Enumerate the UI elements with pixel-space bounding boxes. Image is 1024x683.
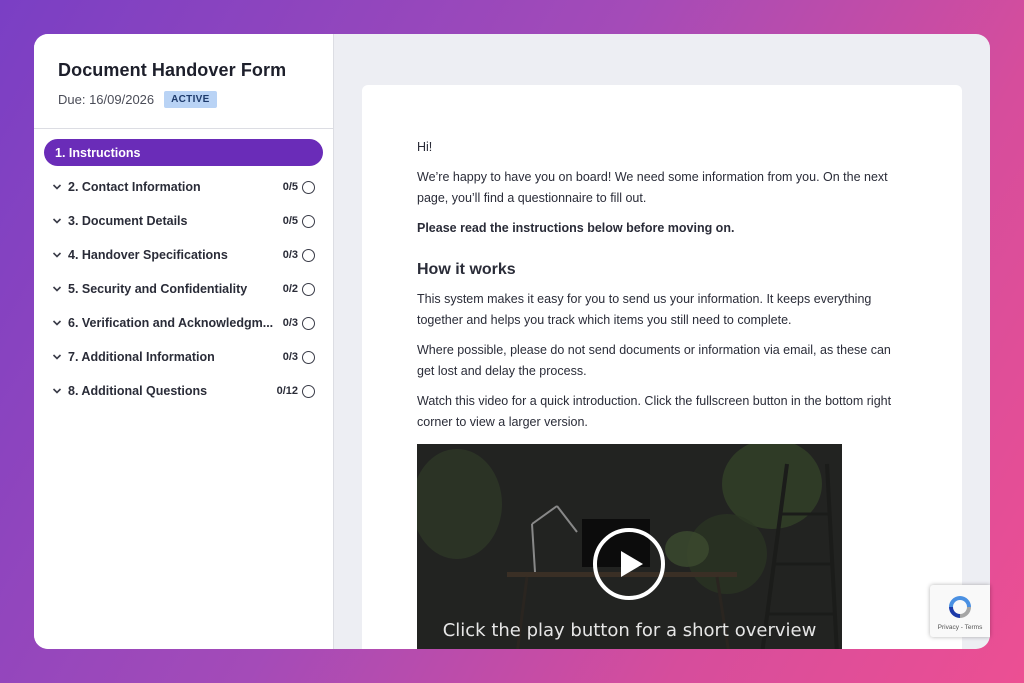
- paragraph-system: This system makes it easy for you to sen…: [417, 292, 872, 327]
- nav-item-document-details[interactable]: 3. Document Details 0/5: [44, 207, 323, 235]
- app-window: Document Handover Form Due: 16/09/2026 A…: [34, 34, 990, 649]
- nav-item-additional-information[interactable]: 7. Additional Information 0/3: [44, 343, 323, 371]
- nav-item-count: 0/5: [282, 181, 298, 193]
- incomplete-circle-icon: [302, 214, 315, 228]
- sidebar-header: Document Handover Form Due: 16/09/2026 A…: [34, 34, 333, 129]
- nav-item-count: 0/3: [282, 317, 298, 329]
- nav-item-verification-acknowledgment[interactable]: 6. Verification and Acknowledgm... 0/3: [44, 309, 323, 337]
- incomplete-circle-icon: [302, 316, 315, 330]
- status-badge: ACTIVE: [164, 91, 217, 108]
- nav-item-label: 2. Contact Information: [68, 180, 201, 194]
- paragraph-email-warning: Where possible, please do not send docum…: [417, 343, 891, 378]
- section-nav: 1. Instructions 2. Contact Information 0…: [34, 129, 333, 411]
- recaptcha-icon: [949, 595, 971, 618]
- chevron-down-icon[interactable]: [52, 318, 66, 328]
- nav-item-instructions[interactable]: 1. Instructions: [44, 139, 323, 166]
- nav-item-contact-information[interactable]: 2. Contact Information 0/5: [44, 173, 323, 201]
- chevron-down-icon[interactable]: [52, 182, 66, 192]
- intro-video[interactable]: Click the play button for a short overvi…: [417, 444, 842, 649]
- nav-item-count: 0/12: [276, 385, 298, 397]
- how-it-works-heading: How it works: [417, 261, 516, 278]
- video-caption: Click the play button for a short overvi…: [442, 620, 817, 641]
- chevron-down-icon[interactable]: [52, 216, 66, 226]
- notice-text: Please read the instructions below befor…: [417, 221, 735, 235]
- nav-item-label: 7. Additional Information: [68, 350, 215, 364]
- due-row: Due: 16/09/2026 ACTIVE: [58, 91, 309, 108]
- nav-item-handover-specifications[interactable]: 4. Handover Specifications 0/3: [44, 241, 323, 269]
- nav-item-label: 3. Document Details: [68, 214, 188, 228]
- incomplete-circle-icon: [302, 180, 315, 194]
- nav-item-label: 6. Verification and Acknowledgm...: [68, 316, 274, 330]
- nav-item-label: 1. Instructions: [55, 145, 141, 160]
- nav-item-count: 0/5: [282, 215, 298, 227]
- nav-item-additional-questions[interactable]: 8. Additional Questions 0/12: [44, 377, 323, 405]
- greeting-text: Hi!: [417, 140, 433, 154]
- nav-item-security-confidentiality[interactable]: 5. Security and Confidentiality 0/2: [44, 275, 323, 303]
- chevron-down-icon[interactable]: [52, 352, 66, 362]
- due-date: Due: 16/09/2026: [58, 92, 155, 107]
- recaptcha-links[interactable]: Privacy - Terms: [938, 624, 983, 631]
- nav-item-count: 0/2: [282, 283, 298, 295]
- chevron-down-icon[interactable]: [52, 386, 66, 396]
- recaptcha-badge[interactable]: Privacy - Terms: [930, 585, 990, 637]
- paragraph-video-intro: Watch this video for a quick introductio…: [417, 394, 892, 429]
- play-icon: [620, 551, 643, 577]
- nav-item-label: 4. Handover Specifications: [68, 248, 228, 262]
- incomplete-circle-icon: [302, 248, 315, 262]
- play-button[interactable]: [593, 528, 665, 600]
- form-title: Document Handover Form: [58, 60, 287, 80]
- intro-text: We’re happy to have you on board! We nee…: [417, 170, 888, 205]
- incomplete-circle-icon: [302, 384, 315, 398]
- chevron-down-icon[interactable]: [52, 284, 66, 294]
- nav-item-count: 0/3: [282, 351, 298, 363]
- chevron-down-icon[interactable]: [52, 250, 66, 260]
- incomplete-circle-icon: [302, 350, 315, 364]
- nav-item-count: 0/3: [282, 249, 298, 261]
- instructions-card: Hi! We’re happy to have you on board! We…: [362, 85, 962, 649]
- incomplete-circle-icon: [302, 282, 315, 296]
- main-panel: Hi! We’re happy to have you on board! We…: [334, 34, 990, 649]
- nav-item-label: 8. Additional Questions: [68, 384, 208, 398]
- sidebar: Document Handover Form Due: 16/09/2026 A…: [34, 34, 334, 649]
- nav-item-label: 5. Security and Confidentiality: [68, 282, 248, 296]
